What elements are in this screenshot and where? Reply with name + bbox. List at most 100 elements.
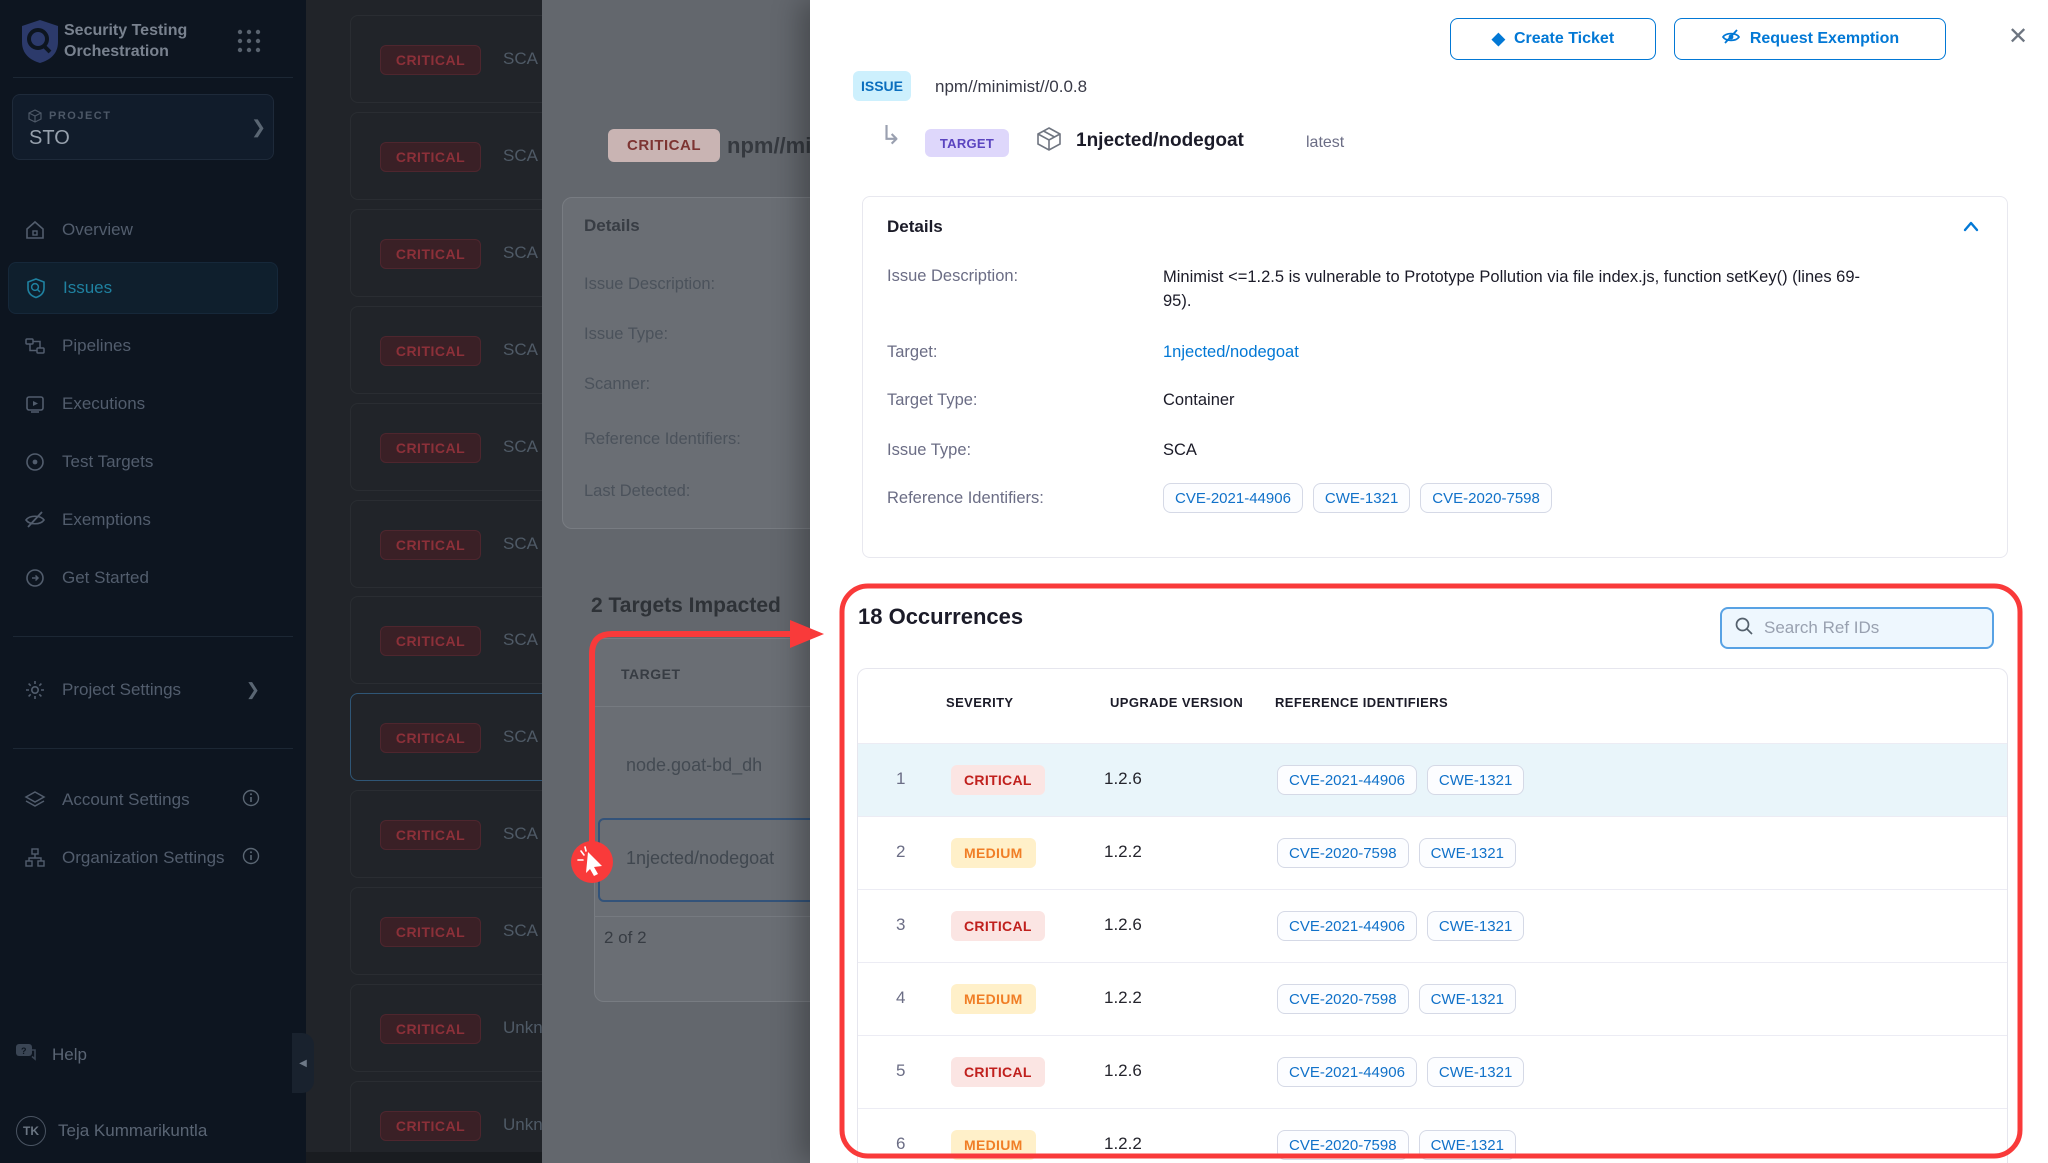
occurrence-row[interactable]: 5CRITICAL1.2.6CVE-2021-44906CWE-1321 xyxy=(858,1035,2008,1108)
close-icon[interactable]: ✕ xyxy=(2008,22,2028,51)
issue-type: Unkn xyxy=(503,1018,542,1038)
reference-chip[interactable]: CVE-2021-44906 xyxy=(1277,911,1417,941)
severity-badge: CRITICAL xyxy=(380,45,481,75)
severity-badge: CRITICAL xyxy=(380,1014,481,1044)
issue-tag: ISSUE xyxy=(853,71,911,101)
sidebar-item-account-settings[interactable]: Account Settings xyxy=(8,774,278,826)
shield-search-icon xyxy=(25,277,47,299)
target-row-selected: 1njected/nodegoat xyxy=(626,848,774,869)
reference-chip[interactable]: CVE-2020-7598 xyxy=(1277,838,1409,868)
occurrence-row[interactable]: 1CRITICAL1.2.6CVE-2021-44906CWE-1321 xyxy=(858,743,2008,816)
user-profile[interactable]: TK Teja Kummarikuntla xyxy=(16,1116,207,1146)
sidebar-item-overview[interactable]: Overview xyxy=(8,204,278,256)
field-label: Last Detected: xyxy=(584,482,690,501)
sidebar-item-issues[interactable]: Issues xyxy=(8,262,278,314)
reference-chip[interactable]: CWE-1321 xyxy=(1419,838,1516,868)
occurrence-row[interactable]: 6MEDIUM1.2.2CVE-2020-7598CWE-1321 xyxy=(858,1108,2008,1163)
sidebar-item-label: Exemptions xyxy=(62,510,151,530)
divider xyxy=(594,706,810,707)
reference-chip[interactable]: CVE-2021-44906 xyxy=(1277,1057,1417,1087)
svg-text:?: ? xyxy=(21,1046,27,1056)
sidebar: Security Testing Orchestration PROJECT S… xyxy=(0,0,306,1163)
occurrence-row[interactable]: 2MEDIUM1.2.2CVE-2020-7598CWE-1321 xyxy=(858,816,2008,889)
sidebar-item-label: Issues xyxy=(63,278,112,298)
target-tag: TARGET xyxy=(925,129,1009,157)
sidebar-divider xyxy=(13,636,293,637)
reference-chip[interactable]: CVE-2020-7598 xyxy=(1277,984,1409,1014)
divider xyxy=(594,916,810,917)
upgrade-version: 1.2.6 xyxy=(1104,769,1142,789)
avatar: TK xyxy=(16,1116,46,1146)
pagination: 2 of 2 xyxy=(604,928,647,948)
sidebar-item-help[interactable]: ? Help xyxy=(14,1040,87,1069)
project-selector[interactable]: PROJECT STO ❯ xyxy=(12,94,274,160)
column-header: REFERENCE IDENTIFIERS xyxy=(1275,695,1448,710)
sidebar-item-executions[interactable]: Executions xyxy=(8,378,278,430)
sidebar-item-label: Account Settings xyxy=(62,790,190,810)
row-number: 3 xyxy=(896,915,905,935)
sidebar-collapse-handle[interactable]: ◀ xyxy=(292,1033,314,1093)
severity-badge: CRITICAL xyxy=(951,1057,1045,1087)
row-number: 4 xyxy=(896,988,905,1008)
target-link[interactable]: 1njected/nodegoat xyxy=(1163,343,1299,362)
reference-chip[interactable]: CVE-2020-7598 xyxy=(1420,483,1552,513)
sidebar-item-test-targets[interactable]: Test Targets xyxy=(8,436,278,488)
app-logo-shield-icon xyxy=(18,18,62,64)
reference-chip[interactable]: CVE-2021-44906 xyxy=(1163,483,1303,513)
target-row: node.goat-bd_dh xyxy=(626,755,762,776)
severity-badge: CRITICAL xyxy=(380,626,481,656)
row-number: 5 xyxy=(896,1061,905,1081)
issue-description-value: Minimist <=1.2.5 is vulnerable to Protot… xyxy=(1163,265,1863,313)
reference-chips: CVE-2021-44906 CWE-1321 xyxy=(1277,911,1534,941)
search-ref-ids[interactable] xyxy=(1720,607,1994,649)
reference-chip[interactable]: CWE-1321 xyxy=(1419,1130,1516,1160)
pipelines-icon xyxy=(24,335,46,357)
target-name: 1njected/nodegoat xyxy=(1076,130,1244,152)
project-label: PROJECT xyxy=(49,110,111,122)
sidebar-item-label: Test Targets xyxy=(62,452,153,472)
issue-type: Unkn xyxy=(503,1115,542,1135)
reference-chip[interactable]: CWE-1321 xyxy=(1427,765,1524,795)
issue-list-row: CRITICALSCA xyxy=(350,112,542,200)
reference-chip[interactable]: CWE-1321 xyxy=(1427,911,1524,941)
reference-chip[interactable]: CVE-2021-44906 xyxy=(1277,765,1417,795)
occurrences-heading: 18 Occurrences xyxy=(858,604,1023,630)
reference-chip[interactable]: CWE-1321 xyxy=(1313,483,1410,513)
occurrence-row[interactable]: 3CRITICAL1.2.6CVE-2021-44906CWE-1321 xyxy=(858,889,2008,962)
sidebar-item-project-settings[interactable]: Project Settings ❯ xyxy=(8,664,278,716)
reference-chip[interactable]: CVE-2020-7598 xyxy=(1277,1130,1409,1160)
upgrade-version: 1.2.6 xyxy=(1104,915,1142,935)
project-name: STO xyxy=(29,127,70,150)
issue-list-row: CRITICALSCA xyxy=(350,596,542,684)
column-header: UPGRADE VERSION xyxy=(1110,695,1243,710)
issue-type: SCA xyxy=(503,49,538,69)
sidebar-item-label: Pipelines xyxy=(62,336,131,356)
chevron-right-icon: ❯ xyxy=(246,680,260,700)
occurrence-row[interactable]: 4MEDIUM1.2.2CVE-2020-7598CWE-1321 xyxy=(858,962,2008,1035)
field-label: Reference Identifiers: xyxy=(584,430,741,449)
severity-badge: CRITICAL xyxy=(380,142,481,172)
request-exemption-button[interactable]: Request Exemption xyxy=(1674,18,1946,60)
get-started-icon xyxy=(24,567,46,589)
sidebar-item-organization-settings[interactable]: Organization Settings xyxy=(8,832,278,884)
targets-impacted-heading: 2 Targets Impacted xyxy=(591,594,781,618)
sidebar-item-exemptions[interactable]: Exemptions xyxy=(8,494,278,546)
reference-chip[interactable]: CWE-1321 xyxy=(1427,1057,1524,1087)
package-box-icon xyxy=(1036,126,1062,157)
sidebar-item-get-started[interactable]: Get Started xyxy=(8,552,278,604)
app-switcher-grid-icon[interactable] xyxy=(236,28,262,54)
create-ticket-button[interactable]: ◆ Create Ticket xyxy=(1450,18,1656,60)
target-icon xyxy=(24,451,46,473)
target-type-value: Container xyxy=(1163,391,1235,410)
gear-icon xyxy=(24,679,46,701)
reference-chip[interactable]: CWE-1321 xyxy=(1419,984,1516,1014)
sidebar-item-pipelines[interactable]: Pipelines xyxy=(8,320,278,372)
issue-list-row: CRITICALSCA xyxy=(350,790,542,878)
severity-badge: CRITICAL xyxy=(380,820,481,850)
reference-chips: CVE-2020-7598 CWE-1321 xyxy=(1277,838,1526,868)
search-input[interactable] xyxy=(1764,618,1964,638)
return-arrow-icon: ↳ xyxy=(880,120,902,151)
chevron-up-icon[interactable] xyxy=(1961,217,1981,242)
eye-off-icon xyxy=(24,509,46,531)
field-label: Target Type: xyxy=(887,391,978,410)
